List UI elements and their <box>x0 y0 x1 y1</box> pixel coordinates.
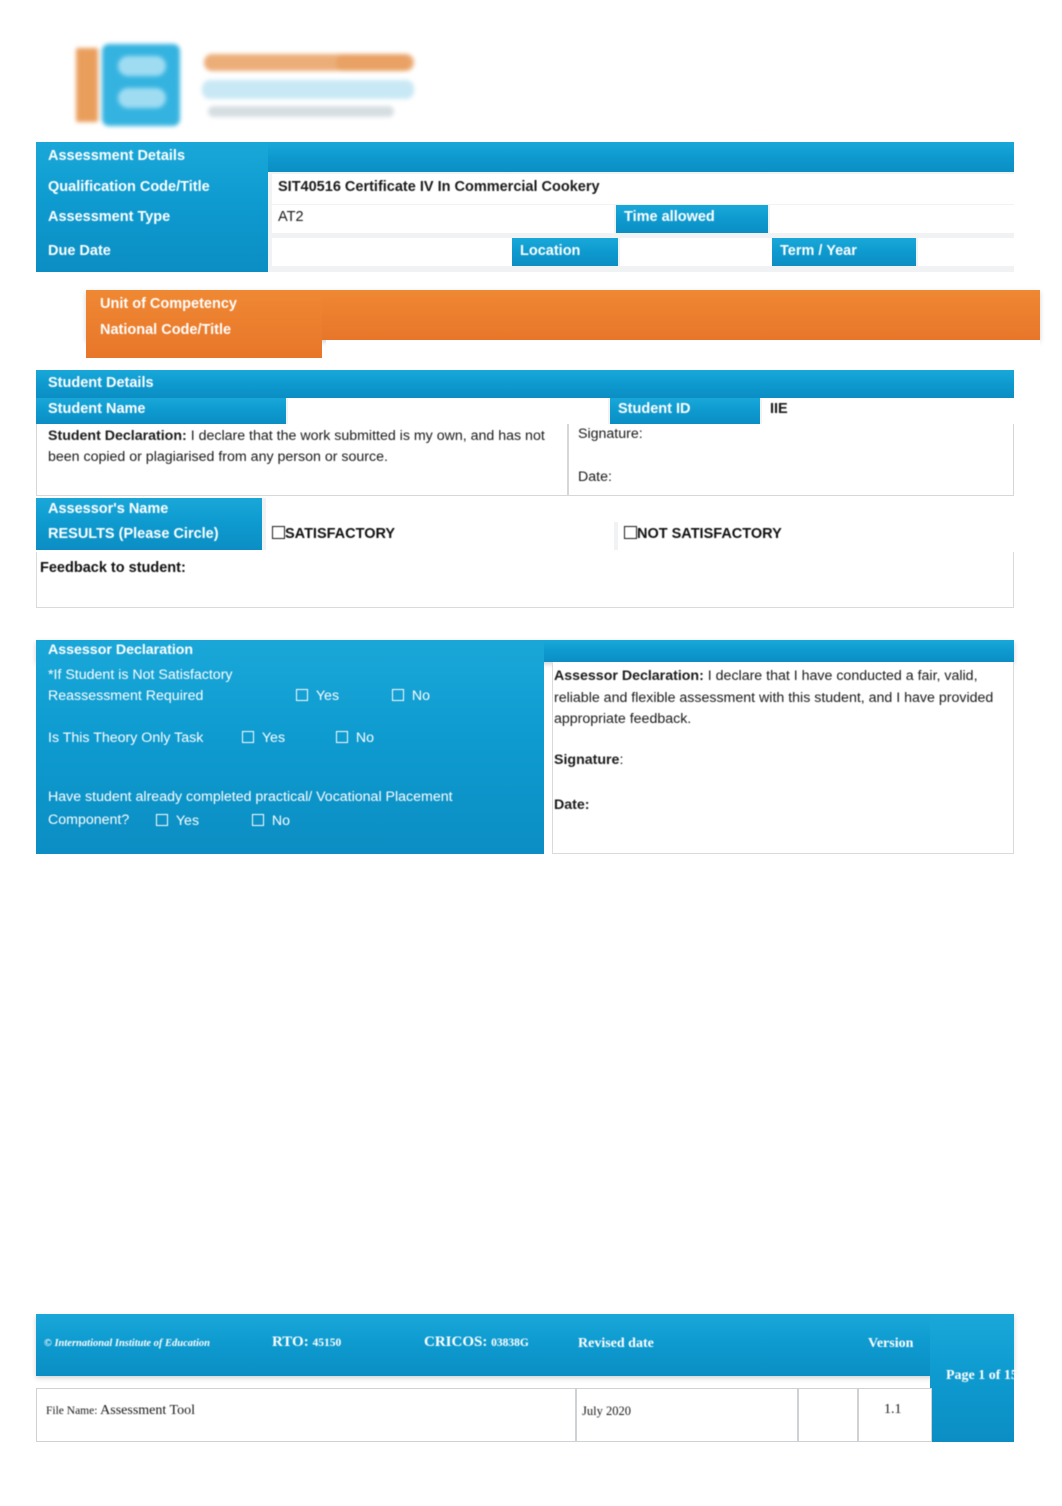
time-allowed-label: Time allowed <box>624 209 715 225</box>
placement-yes-checkbox-icon[interactable] <box>156 814 168 826</box>
not-satisfactory-label: NOT SATISFACTORY <box>637 526 782 542</box>
due-date-value-field[interactable] <box>272 238 512 266</box>
placement-no-label: No <box>271 813 291 829</box>
assessor-name-value-field[interactable] <box>266 498 1014 522</box>
student-declaration-text: Student Declaration: I declare that the … <box>48 426 548 468</box>
footer-version-label: Version <box>868 1336 914 1351</box>
assessor-signature-label: Signature <box>554 752 620 768</box>
footer-rto-value: 45150 <box>312 1337 342 1349</box>
assessor-declaration-title: Assessor Declaration <box>48 642 194 658</box>
footer-filename: File Name: Assessment Tool <box>46 1403 566 1419</box>
not-satisfactory-option[interactable]: NOT SATISFACTORY <box>624 526 1012 542</box>
due-date-label: Due Date <box>48 243 111 259</box>
footer-spacer-cell <box>798 1388 858 1442</box>
document-page: INTERNATIONAL INSTITUTE OF EDUCATION Ass… <box>0 0 1062 1506</box>
placement-yes-label: Yes <box>175 813 200 829</box>
reassessment-yes-label: Yes <box>315 688 340 704</box>
student-name-value-field[interactable] <box>288 398 608 424</box>
student-date-label: Date: <box>578 469 612 485</box>
time-allowed-value-field[interactable] <box>770 205 1014 233</box>
unit-of-competency-line2: National Code/Title <box>100 322 232 338</box>
student-declaration-label: Student Declaration: <box>48 428 187 444</box>
footer-rto-label: RTO: <box>272 1334 309 1350</box>
footer-cricos-value: 03838G <box>491 1337 529 1349</box>
theory-only-no-option[interactable]: No <box>336 730 456 746</box>
location-label: Location <box>520 243 581 259</box>
assessment-type-value: AT2 <box>278 209 304 225</box>
unit-of-competency-line1: Unit of Competency <box>100 296 237 312</box>
satisfactory-option[interactable]: SATISFACTORY <box>272 526 612 542</box>
placement-no-checkbox-icon[interactable] <box>252 814 264 826</box>
feedback-label: Feedback to student: <box>40 560 186 576</box>
reassessment-no-label: No <box>411 688 431 704</box>
reassessment-yes-checkbox-icon[interactable] <box>296 689 308 701</box>
placement-question-line1: Have student already completed practical… <box>48 789 453 805</box>
student-id-value: IIE <box>770 401 788 417</box>
not-satisfactory-checkbox-icon[interactable] <box>624 526 637 539</box>
institution-logo: INTERNATIONAL INSTITUTE OF EDUCATION <box>72 38 417 130</box>
location-value-field[interactable] <box>620 238 772 266</box>
theory-only-no-checkbox-icon[interactable] <box>336 731 348 743</box>
footer-filename-label: File Name: <box>46 1405 98 1417</box>
assessment-type-label: Assessment Type <box>48 209 171 225</box>
assessor-declaration-statement: Assessor Declaration: I declare that I h… <box>554 666 1004 731</box>
footer-revised-date-label: Revised date <box>578 1336 654 1351</box>
placement-yes-option[interactable]: Yes <box>156 813 266 829</box>
satisfactory-checkbox-icon[interactable] <box>272 526 285 539</box>
student-signature-label: Signature: <box>578 426 643 442</box>
assessor-name-label: Assessor's Name <box>48 501 169 517</box>
qualification-label: Qualification Code/Title <box>48 179 210 195</box>
footer-page-number: Page 1 of 15 <box>946 1368 1018 1383</box>
assessor-date-label: Date: <box>554 797 590 813</box>
footer-cricos-label: CRICOS: <box>424 1334 488 1350</box>
footer-copyright: © International Institute of Education <box>44 1338 210 1349</box>
footer-revised-date-value: July 2020 <box>582 1404 631 1418</box>
theory-only-no-label: No <box>355 730 375 746</box>
footer-filename-value: Assessment Tool <box>100 1403 195 1418</box>
student-name-label: Student Name <box>48 401 146 417</box>
reassessment-required-label: Reassessment Required <box>48 688 204 704</box>
footer-version-value: 1.1 <box>884 1402 902 1417</box>
qualification-value: SIT40516 Certificate IV In Commercial Co… <box>278 179 600 195</box>
assessor-declaration-statement-label: Assessor Declaration: <box>554 668 704 684</box>
reassessment-no-checkbox-icon[interactable] <box>392 689 404 701</box>
placement-no-option[interactable]: No <box>252 813 362 829</box>
theory-only-yes-checkbox-icon[interactable] <box>242 731 254 743</box>
unit-of-competency-value-field[interactable] <box>326 340 1040 362</box>
term-year-label: Term / Year <box>780 243 857 259</box>
logo-alt-text: INTERNATIONAL INSTITUTE OF EDUCATION <box>72 38 417 130</box>
assessment-details-title: Assessment Details <box>48 148 186 164</box>
results-label: RESULTS (Please Circle) <box>48 526 219 542</box>
assessor-declaration-note: *If Student is Not Satisfactory <box>48 667 233 683</box>
assessor-signature-colon: : <box>619 752 624 768</box>
student-details-title: Student Details <box>48 375 154 391</box>
theory-only-yes-label: Yes <box>261 730 286 746</box>
placement-question-line2: Component? <box>48 812 130 828</box>
student-id-label: Student ID <box>618 401 691 417</box>
satisfactory-label: SATISFACTORY <box>285 526 396 542</box>
term-year-value-field[interactable] <box>918 238 1014 266</box>
assessor-signature-field[interactable]: Signature: <box>554 752 854 768</box>
reassessment-no-option[interactable]: No <box>392 688 512 704</box>
